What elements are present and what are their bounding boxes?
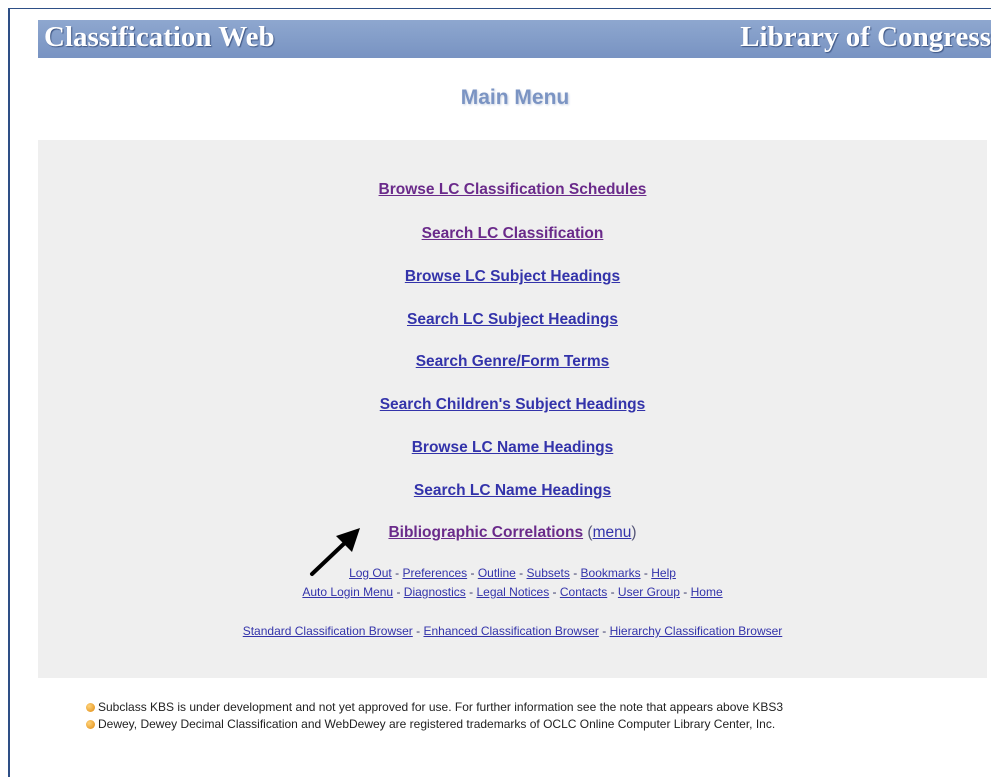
bib-correlations-menu-link[interactable]: menu	[593, 524, 632, 541]
note-bullet-icon	[86, 703, 95, 712]
separator: -	[569, 566, 581, 580]
hierarchy-classification-browser-link[interactable]: Hierarchy Classification Browser	[610, 624, 783, 638]
note-item: Dewey, Dewey Decimal Classification and …	[86, 717, 966, 731]
utility-links-row-2: Auto Login Menu - Diagnostics - Legal No…	[38, 585, 987, 599]
separator: -	[412, 624, 424, 638]
note-text: Subclass KBS is under development and no…	[98, 700, 784, 714]
outline-link[interactable]: Outline	[478, 566, 516, 580]
preferences-link[interactable]: Preferences	[402, 566, 467, 580]
utility-links-row-1: Log Out - Preferences - Outline - Subset…	[38, 566, 987, 580]
separator: -	[393, 585, 404, 599]
annotation-arrow-icon	[310, 528, 360, 576]
subsets-link[interactable]: Subsets	[527, 566, 570, 580]
auto-login-menu-link[interactable]: Auto Login Menu	[302, 585, 393, 599]
header-banner: Classification Web Library of Congress	[38, 20, 991, 58]
separator: -	[515, 566, 527, 580]
menu-link-browse-lc-subject-headings[interactable]: Browse LC Subject Headings	[38, 268, 987, 286]
menu-link-search-genre-form-terms[interactable]: Search Genre/Form Terms	[38, 353, 987, 371]
note-item: Subclass KBS is under development and no…	[86, 700, 966, 714]
menu-link-search-childrens-subject-headings[interactable]: Search Children's Subject Headings	[38, 396, 987, 414]
separator: -	[549, 585, 560, 599]
note-bullet-icon	[86, 720, 95, 729]
separator: -	[598, 624, 610, 638]
separator: -	[465, 585, 477, 599]
bib-correlations-row: Bibliographic Correlations (menu)	[38, 524, 987, 542]
bookmarks-link[interactable]: Bookmarks	[581, 566, 641, 580]
page-title: Main Menu	[460, 86, 570, 109]
menu-link-browse-lc-name-headings[interactable]: Browse LC Name Headings	[38, 439, 987, 457]
menu-link-browse-lc-classification[interactable]: Browse LC Classification Schedules	[38, 181, 987, 199]
org-title: Library of Congress	[740, 21, 991, 53]
user-group-link[interactable]: User Group	[618, 585, 680, 599]
browser-links-row: Standard Classification Browser - Enhanc…	[38, 624, 987, 638]
home-link[interactable]: Home	[691, 585, 723, 599]
window-frame-left	[8, 8, 10, 777]
menu-link-search-lc-name-headings[interactable]: Search LC Name Headings	[38, 482, 987, 500]
help-link[interactable]: Help	[651, 566, 676, 580]
separator: -	[607, 585, 618, 599]
separator: -	[679, 585, 691, 599]
menu-link-bibliographic-correlations[interactable]: Bibliographic Correlations	[388, 524, 583, 541]
notes-section: Subclass KBS is under development and no…	[86, 700, 966, 734]
note-text: Dewey, Dewey Decimal Classification and …	[98, 717, 776, 731]
separator: -	[391, 566, 403, 580]
diagnostics-link[interactable]: Diagnostics	[404, 585, 466, 599]
paren-close: )	[631, 524, 637, 541]
standard-classification-browser-link[interactable]: Standard Classification Browser	[243, 624, 413, 638]
main-menu-panel: Browse LC Classification Schedules Searc…	[38, 140, 987, 678]
app-title: Classification Web	[44, 21, 275, 53]
legal-notices-link[interactable]: Legal Notices	[476, 585, 549, 599]
enhanced-classification-browser-link[interactable]: Enhanced Classification Browser	[423, 624, 598, 638]
separator: -	[467, 566, 478, 580]
window-frame-top	[8, 8, 991, 9]
menu-link-search-lc-classification[interactable]: Search LC Classification	[38, 225, 987, 243]
menu-link-search-lc-subject-headings[interactable]: Search LC Subject Headings	[38, 311, 987, 329]
separator: -	[640, 566, 652, 580]
contacts-link[interactable]: Contacts	[560, 585, 607, 599]
